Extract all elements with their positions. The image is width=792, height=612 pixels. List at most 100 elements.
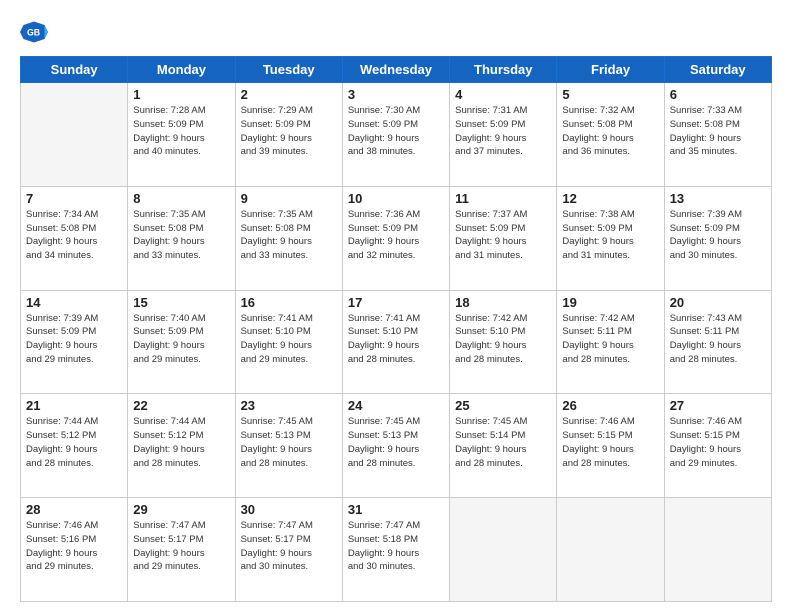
day-info: Sunrise: 7:30 AM Sunset: 5:09 PM Dayligh… bbox=[348, 104, 444, 159]
weekday-header-wednesday: Wednesday bbox=[342, 57, 449, 83]
day-number: 29 bbox=[133, 502, 229, 517]
day-number: 19 bbox=[562, 295, 658, 310]
day-info: Sunrise: 7:47 AM Sunset: 5:17 PM Dayligh… bbox=[133, 519, 229, 574]
calendar-table: SundayMondayTuesdayWednesdayThursdayFrid… bbox=[20, 56, 772, 602]
day-info: Sunrise: 7:35 AM Sunset: 5:08 PM Dayligh… bbox=[241, 208, 337, 263]
day-info: Sunrise: 7:43 AM Sunset: 5:11 PM Dayligh… bbox=[670, 312, 766, 367]
calendar-week-2: 7Sunrise: 7:34 AM Sunset: 5:08 PM Daylig… bbox=[21, 186, 772, 290]
day-number: 1 bbox=[133, 87, 229, 102]
calendar-cell: 6 Sunrise: 7:33 AM Sunset: 5:08 PM Daylig… bbox=[664, 83, 771, 187]
day-info: Sunrise: 7:29 AM Sunset: 5:09 PM Dayligh… bbox=[241, 104, 337, 159]
day-info: Sunrise: 7:41 AM Sunset: 5:10 PM Dayligh… bbox=[241, 312, 337, 367]
calendar-cell: 31 Sunrise: 7:47 AM Sunset: 5:18 PM Dayli… bbox=[342, 498, 449, 602]
weekday-header-tuesday: Tuesday bbox=[235, 57, 342, 83]
calendar-cell: 8 Sunrise: 7:35 AM Sunset: 5:08 PM Daylig… bbox=[128, 186, 235, 290]
calendar-cell: 17Sunrise: 7:41 AM Sunset: 5:10 PM Dayli… bbox=[342, 290, 449, 394]
day-info: Sunrise: 7:44 AM Sunset: 5:12 PM Dayligh… bbox=[26, 415, 122, 470]
calendar-cell: 26 Sunrise: 7:46 AM Sunset: 5:15 PM Dayli… bbox=[557, 394, 664, 498]
day-number: 10 bbox=[348, 191, 444, 206]
calendar-week-5: 28 Sunrise: 7:46 AM Sunset: 5:16 PM Dayli… bbox=[21, 498, 772, 602]
day-number: 31 bbox=[348, 502, 444, 517]
calendar-cell: 4 Sunrise: 7:31 AM Sunset: 5:09 PM Daylig… bbox=[450, 83, 557, 187]
calendar-cell: 24 Sunrise: 7:45 AM Sunset: 5:13 PM Dayli… bbox=[342, 394, 449, 498]
day-info: Sunrise: 7:39 AM Sunset: 5:09 PM Dayligh… bbox=[26, 312, 122, 367]
calendar-week-4: 21 Sunrise: 7:44 AM Sunset: 5:12 PM Dayli… bbox=[21, 394, 772, 498]
page: GB SundayMondayTuesdayWednesdayThursdayF… bbox=[0, 0, 792, 612]
day-number: 24 bbox=[348, 398, 444, 413]
day-number: 8 bbox=[133, 191, 229, 206]
day-number: 12 bbox=[562, 191, 658, 206]
day-info: Sunrise: 7:38 AM Sunset: 5:09 PM Dayligh… bbox=[562, 208, 658, 263]
calendar-cell: 10 Sunrise: 7:36 AM Sunset: 5:09 PM Dayli… bbox=[342, 186, 449, 290]
logo-icon: GB bbox=[20, 18, 48, 46]
calendar-cell: 19 Sunrise: 7:42 AM Sunset: 5:11 PM Dayli… bbox=[557, 290, 664, 394]
day-info: Sunrise: 7:46 AM Sunset: 5:15 PM Dayligh… bbox=[670, 415, 766, 470]
calendar-cell: 20 Sunrise: 7:43 AM Sunset: 5:11 PM Dayli… bbox=[664, 290, 771, 394]
calendar-cell: 3 Sunrise: 7:30 AM Sunset: 5:09 PM Daylig… bbox=[342, 83, 449, 187]
day-number: 9 bbox=[241, 191, 337, 206]
day-info: Sunrise: 7:46 AM Sunset: 5:16 PM Dayligh… bbox=[26, 519, 122, 574]
day-number: 4 bbox=[455, 87, 551, 102]
day-info: Sunrise: 7:41 AM Sunset: 5:10 PM Dayligh… bbox=[348, 312, 444, 367]
calendar-cell: 12 Sunrise: 7:38 AM Sunset: 5:09 PM Dayli… bbox=[557, 186, 664, 290]
day-number: 26 bbox=[562, 398, 658, 413]
day-number: 13 bbox=[670, 191, 766, 206]
day-info: Sunrise: 7:45 AM Sunset: 5:13 PM Dayligh… bbox=[348, 415, 444, 470]
day-number: 2 bbox=[241, 87, 337, 102]
day-number: 14 bbox=[26, 295, 122, 310]
day-info: Sunrise: 7:47 AM Sunset: 5:18 PM Dayligh… bbox=[348, 519, 444, 574]
calendar-cell: 5Sunrise: 7:32 AM Sunset: 5:08 PM Daylig… bbox=[557, 83, 664, 187]
day-info: Sunrise: 7:46 AM Sunset: 5:15 PM Dayligh… bbox=[562, 415, 658, 470]
svg-text:GB: GB bbox=[27, 28, 40, 38]
calendar-cell: 23Sunrise: 7:45 AM Sunset: 5:13 PM Dayli… bbox=[235, 394, 342, 498]
day-number: 27 bbox=[670, 398, 766, 413]
calendar-cell: 7Sunrise: 7:34 AM Sunset: 5:08 PM Daylig… bbox=[21, 186, 128, 290]
calendar-cell: 27 Sunrise: 7:46 AM Sunset: 5:15 PM Dayli… bbox=[664, 394, 771, 498]
header: GB bbox=[20, 18, 772, 46]
day-info: Sunrise: 7:35 AM Sunset: 5:08 PM Dayligh… bbox=[133, 208, 229, 263]
day-info: Sunrise: 7:37 AM Sunset: 5:09 PM Dayligh… bbox=[455, 208, 551, 263]
day-info: Sunrise: 7:36 AM Sunset: 5:09 PM Dayligh… bbox=[348, 208, 444, 263]
weekday-header-friday: Friday bbox=[557, 57, 664, 83]
day-number: 15 bbox=[133, 295, 229, 310]
calendar-cell: 30Sunrise: 7:47 AM Sunset: 5:17 PM Dayli… bbox=[235, 498, 342, 602]
day-number: 3 bbox=[348, 87, 444, 102]
day-info: Sunrise: 7:33 AM Sunset: 5:08 PM Dayligh… bbox=[670, 104, 766, 159]
calendar-cell: 1 Sunrise: 7:28 AM Sunset: 5:09 PM Daylig… bbox=[128, 83, 235, 187]
weekday-header-monday: Monday bbox=[128, 57, 235, 83]
day-number: 21 bbox=[26, 398, 122, 413]
day-info: Sunrise: 7:31 AM Sunset: 5:09 PM Dayligh… bbox=[455, 104, 551, 159]
calendar-cell bbox=[557, 498, 664, 602]
calendar-week-1: 1 Sunrise: 7:28 AM Sunset: 5:09 PM Daylig… bbox=[21, 83, 772, 187]
day-info: Sunrise: 7:42 AM Sunset: 5:10 PM Dayligh… bbox=[455, 312, 551, 367]
calendar-cell: 15 Sunrise: 7:40 AM Sunset: 5:09 PM Dayli… bbox=[128, 290, 235, 394]
day-info: Sunrise: 7:44 AM Sunset: 5:12 PM Dayligh… bbox=[133, 415, 229, 470]
calendar-cell: 22 Sunrise: 7:44 AM Sunset: 5:12 PM Dayli… bbox=[128, 394, 235, 498]
calendar-cell: 16Sunrise: 7:41 AM Sunset: 5:10 PM Dayli… bbox=[235, 290, 342, 394]
calendar-cell: 11 Sunrise: 7:37 AM Sunset: 5:09 PM Dayli… bbox=[450, 186, 557, 290]
calendar-cell bbox=[664, 498, 771, 602]
calendar-week-3: 14 Sunrise: 7:39 AM Sunset: 5:09 PM Dayli… bbox=[21, 290, 772, 394]
calendar-cell: 21 Sunrise: 7:44 AM Sunset: 5:12 PM Dayli… bbox=[21, 394, 128, 498]
day-info: Sunrise: 7:28 AM Sunset: 5:09 PM Dayligh… bbox=[133, 104, 229, 159]
day-info: Sunrise: 7:39 AM Sunset: 5:09 PM Dayligh… bbox=[670, 208, 766, 263]
calendar-cell: 13 Sunrise: 7:39 AM Sunset: 5:09 PM Dayli… bbox=[664, 186, 771, 290]
weekday-header-sunday: Sunday bbox=[21, 57, 128, 83]
day-info: Sunrise: 7:32 AM Sunset: 5:08 PM Dayligh… bbox=[562, 104, 658, 159]
calendar-cell: 29 Sunrise: 7:47 AM Sunset: 5:17 PM Dayli… bbox=[128, 498, 235, 602]
day-number: 28 bbox=[26, 502, 122, 517]
calendar-cell bbox=[21, 83, 128, 187]
day-info: Sunrise: 7:42 AM Sunset: 5:11 PM Dayligh… bbox=[562, 312, 658, 367]
day-number: 23 bbox=[241, 398, 337, 413]
day-number: 18 bbox=[455, 295, 551, 310]
day-number: 20 bbox=[670, 295, 766, 310]
weekday-header-thursday: Thursday bbox=[450, 57, 557, 83]
calendar-cell: 2 Sunrise: 7:29 AM Sunset: 5:09 PM Daylig… bbox=[235, 83, 342, 187]
day-number: 22 bbox=[133, 398, 229, 413]
logo: GB bbox=[20, 18, 52, 46]
day-number: 11 bbox=[455, 191, 551, 206]
day-number: 6 bbox=[670, 87, 766, 102]
day-info: Sunrise: 7:34 AM Sunset: 5:08 PM Dayligh… bbox=[26, 208, 122, 263]
day-info: Sunrise: 7:40 AM Sunset: 5:09 PM Dayligh… bbox=[133, 312, 229, 367]
calendar-cell: 25Sunrise: 7:45 AM Sunset: 5:14 PM Dayli… bbox=[450, 394, 557, 498]
